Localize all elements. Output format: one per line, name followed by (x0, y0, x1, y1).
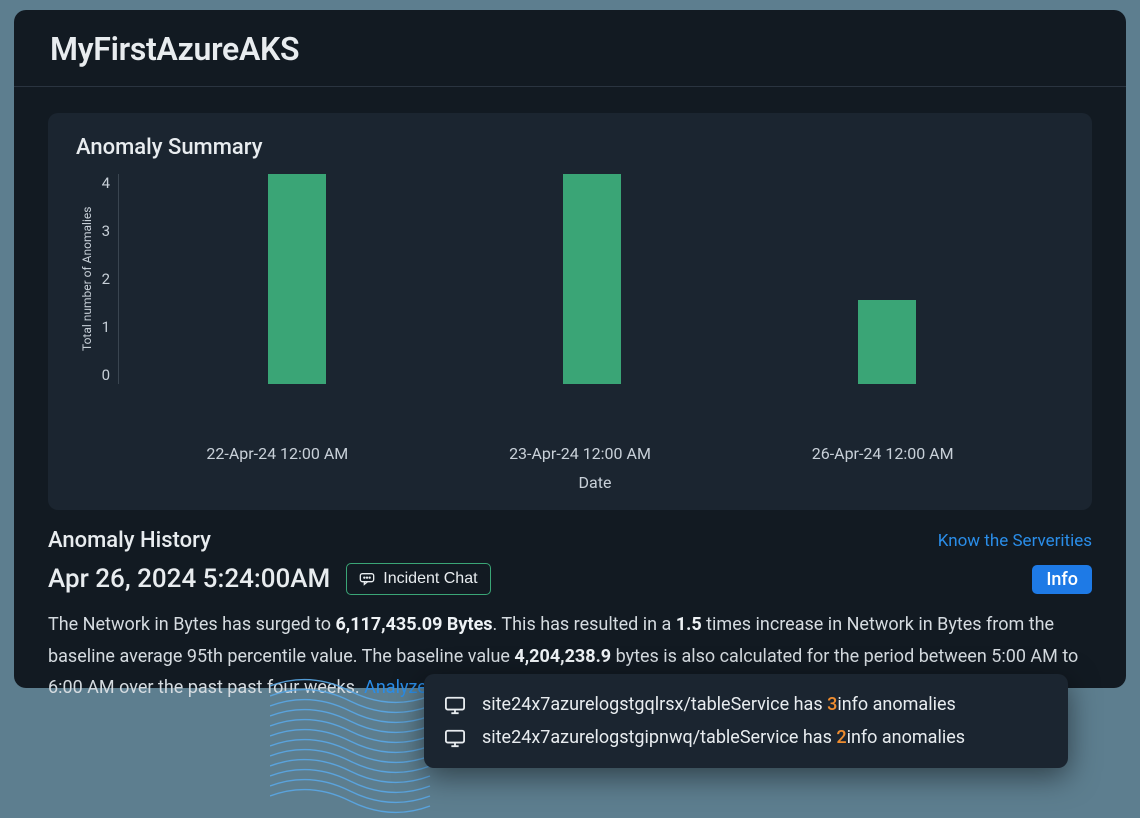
main-panel: MyFirstAzureAKS Anomaly Summary Total nu… (14, 10, 1126, 688)
chat-icon (359, 572, 375, 586)
x-tick: 23-Apr-24 12:00 AM (509, 444, 651, 463)
tip-count: 3 (827, 694, 837, 715)
summary-title: Anomaly Summary (76, 135, 1064, 160)
incident-chat-button[interactable]: Incident Chat (346, 563, 490, 595)
monitor-icon (444, 695, 466, 715)
chart-bar[interactable] (563, 174, 621, 384)
chart-bar[interactable] (268, 174, 326, 384)
anomaly-chart: Total number of Anomalies 4 3 2 1 0 (76, 174, 1064, 434)
tooltip-row: site24x7azurelogstgqlrsx/tableService ha… (444, 688, 1048, 721)
y-axis-ticks: 4 3 2 1 0 (98, 174, 118, 384)
x-tick: 22-Apr-24 12:00 AM (206, 444, 348, 463)
y-tick: 0 (98, 366, 110, 384)
tooltip-row: site24x7azurelogstgipnwq/tableService ha… (444, 721, 1048, 754)
history-timestamp: Apr 26, 2024 5:24:00AM (48, 564, 330, 594)
y-tick: 1 (98, 318, 110, 336)
y-tick: 4 (98, 174, 110, 192)
x-axis-ticks: 22-Apr-24 12:00 AM 23-Apr-24 12:00 AM 26… (76, 434, 1064, 463)
tip-text-b: info anomalies (837, 694, 955, 715)
x-tick: 26-Apr-24 12:00 AM (812, 444, 954, 463)
desc-value: 4,204,238.9 (514, 646, 611, 667)
y-axis-label: Total number of Anomalies (76, 174, 98, 384)
desc-value: 1.5 (676, 614, 702, 635)
chart-bar[interactable] (858, 300, 916, 384)
monitor-icon (444, 728, 466, 748)
desc-text: The Network in Bytes has surged to (48, 614, 335, 635)
anomaly-summary-card: Anomaly Summary Total number of Anomalie… (48, 113, 1092, 510)
tooltip-text: site24x7azurelogstgqlrsx/tableService ha… (482, 694, 956, 715)
tip-count: 2 (836, 727, 846, 748)
y-tick: 2 (98, 270, 110, 288)
chart-plot-area (118, 174, 1064, 384)
severity-badge: Info (1032, 565, 1092, 594)
desc-text: . This has resulted in a (493, 614, 676, 635)
tip-text-a: site24x7azurelogstgipnwq/tableService ha… (482, 727, 836, 748)
tooltip-text: site24x7azurelogstgipnwq/tableService ha… (482, 727, 965, 748)
x-axis-label: Date (76, 473, 1064, 492)
desc-value: 6,117,435.09 Bytes (335, 614, 492, 635)
incident-chat-label: Incident Chat (383, 570, 477, 588)
know-severities-link[interactable]: Know the Serverities (938, 531, 1092, 551)
tip-text-a: site24x7azurelogstgqlrsx/tableService ha… (482, 694, 827, 715)
bars-container (119, 174, 1064, 384)
tip-text-b: info anomalies (847, 727, 965, 748)
history-title: Anomaly History (48, 528, 211, 553)
anomaly-tooltip: site24x7azurelogstgqlrsx/tableService ha… (424, 674, 1068, 768)
page-title: MyFirstAzureAKS (14, 10, 1126, 87)
y-tick: 3 (98, 222, 110, 240)
